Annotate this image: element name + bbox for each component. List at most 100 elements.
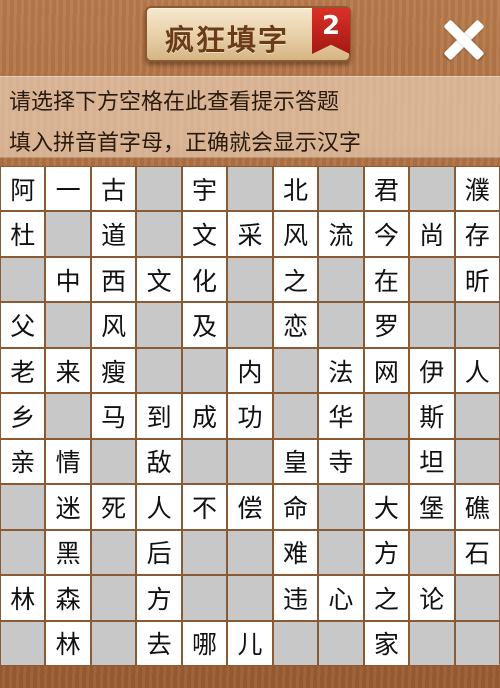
- grid-cell[interactable]: 堡: [410, 485, 454, 529]
- grid-cell[interactable]: 法: [319, 348, 363, 393]
- grid-cell[interactable]: 一: [46, 167, 90, 211]
- grid-cell[interactable]: 中: [46, 257, 90, 302]
- grid-cell[interactable]: 宇: [182, 167, 227, 211]
- grid-cell[interactable]: 道: [91, 212, 136, 256]
- grid-cell[interactable]: 恋: [273, 303, 318, 347]
- grid-cell[interactable]: 尚: [410, 212, 454, 256]
- grid-cell[interactable]: 死: [91, 485, 136, 529]
- grid-cell[interactable]: 今: [364, 212, 409, 256]
- grid-cell[interactable]: 杜: [1, 212, 45, 256]
- grid-cell[interactable]: 古: [91, 167, 136, 211]
- grid-cell[interactable]: 敌: [137, 439, 181, 484]
- grid-cell[interactable]: 来: [46, 348, 90, 393]
- grid-cell[interactable]: 寺: [319, 439, 363, 484]
- grid-cell[interactable]: 儿: [228, 621, 272, 665]
- grid-cell[interactable]: 功: [228, 394, 272, 438]
- grid-cell[interactable]: 华: [319, 394, 363, 438]
- grid-cell-blocked: [182, 576, 227, 620]
- grid-cell[interactable]: 马: [91, 394, 136, 438]
- grid-cell[interactable]: 文: [182, 212, 227, 256]
- grid-cell[interactable]: 情: [46, 439, 90, 484]
- grid-cell[interactable]: 心: [319, 576, 363, 620]
- grid-cell[interactable]: 伊: [410, 348, 454, 393]
- grid-cell[interactable]: 不: [182, 485, 227, 529]
- grid-cell[interactable]: 方: [137, 576, 181, 620]
- grid-cell[interactable]: 风: [273, 212, 318, 256]
- grid-cell[interactable]: 违: [273, 576, 318, 620]
- grid-cell[interactable]: 老: [1, 348, 45, 393]
- grid-cell[interactable]: 人: [455, 348, 499, 393]
- grid-cell[interactable]: 大: [364, 485, 409, 529]
- grid-cell-blocked: [364, 394, 409, 438]
- grid-cell[interactable]: 化: [182, 257, 227, 302]
- grid-cell[interactable]: 西: [91, 257, 136, 302]
- grid-cell[interactable]: 人: [137, 485, 181, 529]
- grid-cell[interactable]: 偿: [228, 485, 272, 529]
- grid-cell[interactable]: 难: [273, 530, 318, 575]
- grid-cell[interactable]: 内: [228, 348, 272, 393]
- hint-panel: 请选择下方空格在此查看提示答题 填入拼音首字母，正确就会显示汉字: [0, 76, 500, 158]
- grid-cell-blocked: [455, 621, 499, 665]
- grid-cell[interactable]: 之: [273, 257, 318, 302]
- top-bar: 疯狂填字 2: [0, 0, 500, 72]
- grid-cell-blocked: [410, 167, 454, 211]
- grid-cell[interactable]: 哪: [182, 621, 227, 665]
- grid-cell-blocked: [46, 394, 90, 438]
- grid-cell-blocked: [1, 485, 45, 529]
- grid-cell[interactable]: 昕: [455, 257, 499, 302]
- grid-cell[interactable]: 到: [137, 394, 181, 438]
- grid-cell-blocked: [91, 439, 136, 484]
- grid-cell[interactable]: 罗: [364, 303, 409, 347]
- grid-cell[interactable]: 黑: [46, 530, 90, 575]
- level-badge: 2: [312, 8, 350, 54]
- grid-cell[interactable]: 乡: [1, 394, 45, 438]
- close-button[interactable]: [440, 16, 488, 64]
- grid-cell-blocked: [1, 257, 45, 302]
- grid-cell[interactable]: 之: [364, 576, 409, 620]
- grid-cell[interactable]: 君: [364, 167, 409, 211]
- grid-cell[interactable]: 风: [91, 303, 136, 347]
- grid-cell[interactable]: 坦: [410, 439, 454, 484]
- grid-cell[interactable]: 在: [364, 257, 409, 302]
- grid-cell[interactable]: 后: [137, 530, 181, 575]
- grid-cell[interactable]: 网: [364, 348, 409, 393]
- grid-cell[interactable]: 森: [46, 576, 90, 620]
- grid-cell[interactable]: 亲: [1, 439, 45, 484]
- grid-cell[interactable]: 皇: [273, 439, 318, 484]
- grid-cell[interactable]: 石: [455, 530, 499, 575]
- grid-cell-blocked: [228, 576, 272, 620]
- grid-cell[interactable]: 文: [137, 257, 181, 302]
- grid-cell-blocked: [273, 621, 318, 665]
- grid-cell[interactable]: 北: [273, 167, 318, 211]
- grid-cell-blocked: [319, 167, 363, 211]
- grid-cell-blocked: [1, 530, 45, 575]
- grid-cell[interactable]: 去: [137, 621, 181, 665]
- grid-cell[interactable]: 迷: [46, 485, 90, 529]
- grid-cell-blocked: [364, 439, 409, 484]
- grid-cell[interactable]: 林: [1, 576, 45, 620]
- hint-text-line-1: 请选择下方空格在此查看提示答题: [9, 90, 340, 115]
- grid-cell-blocked: [91, 576, 136, 620]
- grid-cell[interactable]: 家: [364, 621, 409, 665]
- grid-cell[interactable]: 斯: [410, 394, 454, 438]
- grid-cell-blocked: [455, 576, 499, 620]
- grid-cell[interactable]: 及: [182, 303, 227, 347]
- grid-cell[interactable]: 阿: [1, 167, 45, 211]
- grid-cell-blocked: [273, 394, 318, 438]
- grid-cell[interactable]: 成: [182, 394, 227, 438]
- grid-cell[interactable]: 父: [1, 303, 45, 347]
- grid-cell[interactable]: 命: [273, 485, 318, 529]
- grid-cell[interactable]: 论: [410, 576, 454, 620]
- grid-cell[interactable]: 濮: [455, 167, 499, 211]
- grid-cell-blocked: [182, 439, 227, 484]
- grid-cell[interactable]: 礁: [455, 485, 499, 529]
- grid-cell[interactable]: 存: [455, 212, 499, 256]
- grid-cell[interactable]: 方: [364, 530, 409, 575]
- grid-cell[interactable]: 采: [228, 212, 272, 256]
- crossword-grid: 阿一古宇北君濮杜道文采风流今尚存中西文化之在昕父风及恋罗老来瘦内法网伊人乡马到成…: [0, 166, 500, 666]
- grid-cell[interactable]: 林: [46, 621, 90, 665]
- grid-cell[interactable]: 瘦: [91, 348, 136, 393]
- grid-cell[interactable]: 流: [319, 212, 363, 256]
- grid-cell-blocked: [228, 167, 272, 211]
- grid-cell-blocked: [228, 530, 272, 575]
